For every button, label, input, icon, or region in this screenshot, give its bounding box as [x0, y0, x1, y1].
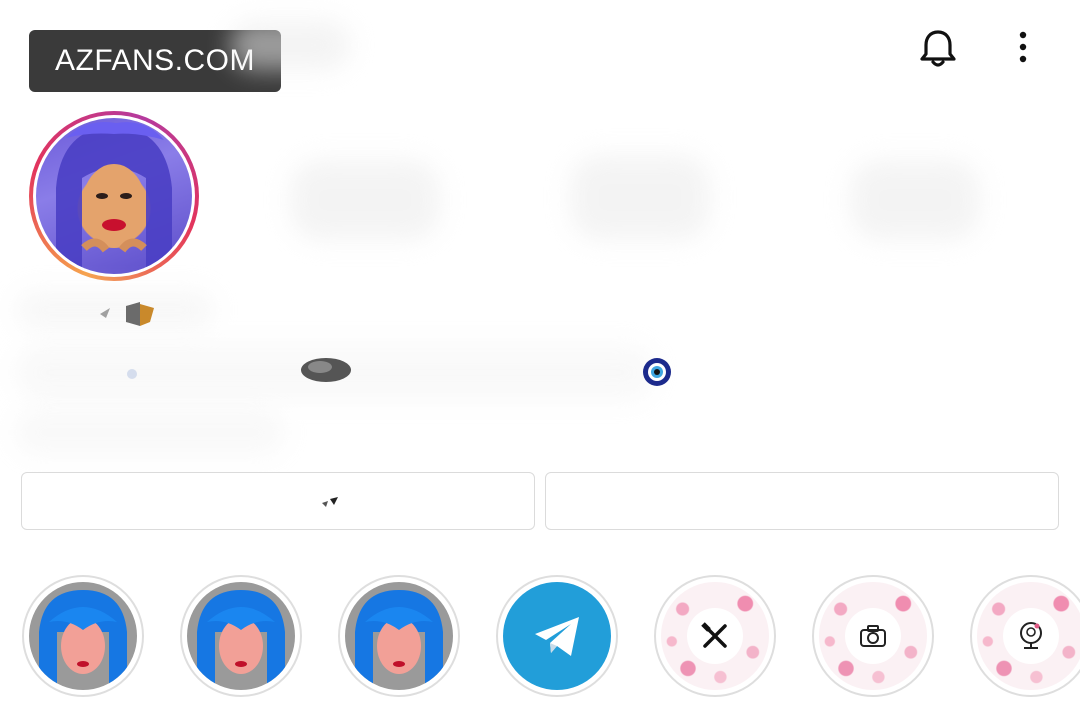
- highlight-camera-bg: [819, 582, 927, 690]
- highlight-beauty-bg: [977, 582, 1080, 690]
- avatar-border: [33, 115, 195, 277]
- highlight-3[interactable]: [338, 575, 460, 697]
- blurred-stat-followers: [570, 155, 710, 240]
- telegram-icon: [535, 617, 579, 656]
- highlight-2-image: [187, 582, 295, 690]
- highlight-beauty-center: [1003, 608, 1059, 664]
- blurred-username: [230, 20, 350, 70]
- camera-icon: [860, 625, 886, 647]
- sparkle-icon: [127, 369, 137, 379]
- follow-button[interactable]: [21, 472, 535, 530]
- highlight-1-image: [29, 582, 137, 690]
- highlight-food-center: [687, 608, 743, 664]
- message-button[interactable]: [545, 472, 1059, 530]
- butterfly-icon: [100, 302, 154, 326]
- fork-knife-icon: [701, 622, 727, 648]
- highlight-camera[interactable]: [812, 575, 934, 697]
- highlight-camera-center: [845, 608, 901, 664]
- blurred-stat-following: [850, 160, 980, 240]
- notifications-button[interactable]: [916, 26, 960, 70]
- highlight-3-image: [345, 582, 453, 690]
- emoji-icon: [322, 497, 338, 507]
- avatar-image: [36, 118, 192, 274]
- highlight-telegram[interactable]: [496, 575, 618, 697]
- highlight-beauty[interactable]: [970, 575, 1080, 697]
- blurred-stat-posts: [290, 160, 440, 240]
- bell-icon: [920, 30, 956, 67]
- highlight-2[interactable]: [180, 575, 302, 697]
- more-options-button[interactable]: [1008, 28, 1038, 68]
- highlight-telegram-bg: [503, 582, 611, 690]
- evil-eye-icon: [643, 358, 671, 386]
- watermark-text: AZFANS.COM: [54, 44, 255, 77]
- highlight-1[interactable]: [22, 575, 144, 697]
- more-vertical-icon: [1019, 31, 1027, 63]
- profile-avatar[interactable]: [29, 111, 199, 281]
- woman-mirror-icon: [1020, 622, 1042, 649]
- highlight-food[interactable]: [654, 575, 776, 697]
- blurred-bio-line-2: [15, 410, 285, 455]
- cloud-emoji-icon: [301, 358, 351, 382]
- highlight-food-bg: [661, 582, 769, 690]
